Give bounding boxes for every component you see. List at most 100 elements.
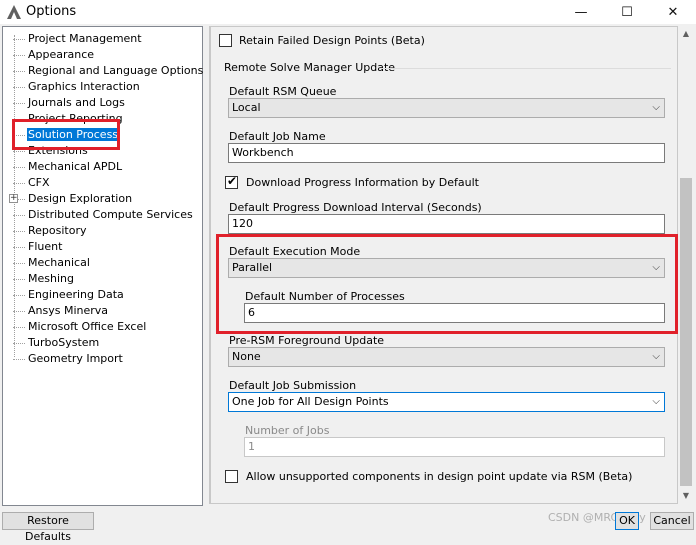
retain-failed-label: Retain Failed Design Points (Beta) (239, 34, 425, 47)
tree-connector (13, 135, 25, 136)
tree-item[interactable]: Appearance (3, 47, 202, 63)
tree-item-label: Engineering Data (28, 288, 124, 301)
tree-item-label: Journals and Logs (28, 96, 125, 109)
tree-item[interactable]: Fluent (3, 239, 202, 255)
tree-connector (13, 87, 25, 88)
tree-connector (13, 263, 25, 264)
tree-item[interactable]: + Design Exploration (3, 191, 202, 207)
download-interval-label: Default Progress Download Interval (Seco… (229, 201, 482, 214)
job-submission-dropdown[interactable]: One Job for All Design Points ⌵ (228, 392, 665, 412)
tree-item-label: TurboSystem (28, 336, 100, 349)
tree-connector (13, 167, 25, 168)
pre-rsm-update-label: Pre-RSM Foreground Update (229, 334, 385, 347)
maximize-button[interactable]: ☐ (604, 0, 650, 24)
tree-item[interactable]: Ansys Minerva (3, 303, 202, 319)
tree-item-label: Mechanical (28, 256, 90, 269)
tree-item-label: Geometry Import (28, 352, 123, 365)
tree-item-label: Design Exploration (28, 192, 133, 205)
tree-connector (13, 295, 25, 296)
retain-failed-checkbox[interactable] (219, 34, 232, 47)
tree-item[interactable]: Meshing (3, 271, 202, 287)
group-divider (381, 68, 671, 69)
default-rsm-queue-label: Default RSM Queue (229, 85, 337, 98)
tree-item[interactable]: Mechanical APDL (3, 159, 202, 175)
download-interval-field[interactable]: 120 (228, 214, 665, 234)
tree-item-label: Meshing (28, 272, 74, 285)
tree-item-label: Extensions (28, 144, 88, 157)
tree-item-label: Fluent (28, 240, 63, 253)
num-processes-label: Default Number of Processes (245, 290, 405, 303)
tree-connector (13, 71, 25, 72)
tree-item[interactable]: Project Reporting (3, 111, 202, 127)
tree-item[interactable]: Journals and Logs (3, 95, 202, 111)
tree-item[interactable]: Distributed Compute Services (3, 207, 202, 223)
tree-item[interactable]: Geometry Import (3, 351, 202, 367)
tree-connector (13, 39, 25, 40)
checkmark-icon: ✔ (227, 174, 238, 188)
default-job-name-field[interactable]: Workbench (228, 143, 665, 163)
default-rsm-queue-dropdown[interactable]: Local ⌵ (228, 98, 665, 118)
download-progress-checkbox[interactable]: ✔ (225, 174, 238, 189)
tree-item-label: CFX (28, 176, 50, 189)
tree-item-label: Microsoft Office Excel (28, 320, 147, 333)
scroll-thumb[interactable] (680, 178, 692, 486)
tree-connector (13, 151, 25, 152)
execution-mode-dropdown[interactable]: Parallel ⌵ (228, 258, 665, 278)
tree-item[interactable]: Regional and Language Options (3, 63, 204, 79)
cancel-button[interactable]: Cancel (650, 512, 694, 530)
tree-connector (13, 119, 25, 120)
tree-connector (13, 215, 25, 216)
tree-item[interactable]: Engineering Data (3, 287, 202, 303)
tree-item[interactable]: TurboSystem (3, 335, 202, 351)
scroll-down-arrow-icon[interactable]: ▼ (678, 488, 694, 504)
number-of-jobs-label: Number of Jobs (245, 424, 330, 437)
tree-connector (13, 103, 25, 104)
minimize-button[interactable]: — (558, 0, 604, 24)
tree-item-label: Repository (28, 224, 87, 237)
download-progress-label: Download Progress Information by Default (246, 176, 479, 189)
pre-rsm-update-value: None (232, 350, 261, 363)
pre-rsm-update-dropdown[interactable]: None ⌵ (228, 347, 665, 367)
tree-item[interactable]: Solution Process (3, 127, 202, 143)
rsm-group-title: Remote Solve Manager Update (224, 61, 396, 74)
tree-item[interactable]: Repository (3, 223, 202, 239)
panel-scrollbar[interactable]: ▲ ▼ (678, 26, 694, 504)
tree-item[interactable]: Project Management (3, 31, 202, 47)
tree-item-label: Ansys Minerva (28, 304, 109, 317)
ok-button[interactable]: OK (615, 512, 639, 530)
execution-mode-value: Parallel (232, 261, 273, 274)
allow-unsupported-checkbox[interactable] (225, 470, 238, 483)
number-of-jobs-field: 1 (244, 437, 665, 457)
tree-item-label: Regional and Language Options (28, 64, 204, 77)
tree-item[interactable]: Mechanical (3, 255, 202, 271)
close-button[interactable]: ✕ (650, 0, 696, 24)
job-submission-label: Default Job Submission (229, 379, 357, 392)
chevron-down-icon: ⌵ (652, 396, 660, 407)
execution-mode-label: Default Execution Mode (229, 245, 361, 258)
chevron-down-icon: ⌵ (652, 262, 660, 273)
tree-connector (13, 279, 25, 280)
num-processes-field[interactable]: 6 (244, 303, 665, 323)
tree-connector (13, 311, 25, 312)
tree-connector (13, 343, 25, 344)
tree-item[interactable]: CFX (3, 175, 202, 191)
scroll-up-arrow-icon[interactable]: ▲ (678, 26, 694, 42)
options-tree[interactable]: Project Management Appearance Regional and… (2, 26, 203, 506)
allow-unsupported-label: Allow unsupported components in design p… (246, 470, 633, 483)
tree-item[interactable]: Extensions (3, 143, 202, 159)
default-rsm-queue-value: Local (232, 101, 261, 114)
expand-icon[interactable]: + (9, 194, 18, 203)
tree-item[interactable]: Microsoft Office Excel (3, 319, 202, 335)
restore-defaults-button[interactable]: Restore Defaults (2, 512, 94, 543)
tree-item-label: Project Reporting (28, 112, 123, 125)
tree-connector (13, 183, 25, 184)
window-title: Options (26, 4, 77, 19)
tree-item-label: Solution Process (27, 128, 120, 141)
tree-item-label: Appearance (28, 48, 95, 61)
tree-item-label: Distributed Compute Services (28, 208, 193, 221)
tree-connector (13, 231, 25, 232)
tree-item-label: Project Management (28, 32, 142, 45)
tree-connector (13, 327, 25, 328)
ansys-app-icon (7, 5, 21, 19)
tree-item[interactable]: Graphics Interaction (3, 79, 202, 95)
